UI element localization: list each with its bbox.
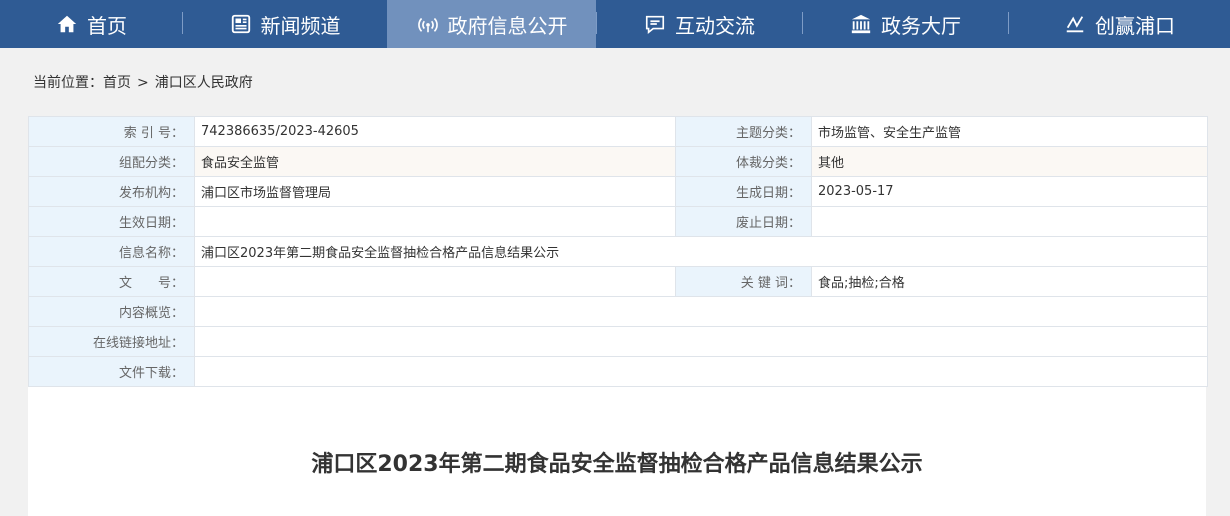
newspaper-icon: [229, 12, 253, 36]
nav-item-gov-info[interactable]: 政府信息公开: [387, 0, 596, 48]
keywords-value: 食品;抽检;合格: [811, 266, 1208, 297]
created-label: 生成日期：: [675, 176, 812, 207]
topic-label: 主题分类：: [675, 116, 812, 147]
breadcrumb-current[interactable]: 浦口区人民政府: [155, 75, 253, 91]
name-value: 浦口区2023年第二期食品安全监督抽检合格产品信息结果公示: [194, 236, 1208, 267]
download-value[interactable]: [194, 356, 1208, 387]
group-label: 组配分类：: [28, 146, 195, 177]
meta-row: 生效日期： 废止日期：: [28, 206, 1208, 237]
meta-row: 在线链接地址：: [28, 326, 1208, 357]
link-label: 在线链接地址：: [28, 326, 195, 357]
nav-item-label: 新闻频道: [260, 13, 341, 38]
genre-label: 体裁分类：: [675, 146, 812, 177]
meta-row: 发布机构： 浦口区市场监督管理局 生成日期： 2023-05-17: [28, 176, 1208, 207]
meta-row: 信息名称： 浦口区2023年第二期食品安全监督抽检合格产品信息结果公示: [28, 236, 1208, 267]
nav-divider: [802, 12, 803, 34]
docno-value: [194, 266, 676, 297]
meta-row: 文 号： 关 键 词： 食品;抽检;合格: [28, 266, 1208, 297]
meta-row: 组配分类： 食品安全监管 体裁分类： 其他: [28, 146, 1208, 177]
nav-divider: [1008, 12, 1009, 34]
docno-label: 文 号：: [28, 266, 195, 297]
nav-item-service-hall[interactable]: 政务大厅: [802, 0, 1008, 48]
org-value: 浦口区市场监督管理局: [194, 176, 676, 207]
nav-item-pukou[interactable]: 创赢浦口: [1008, 0, 1230, 48]
metadata-table: 索 引 号： 742386635/2023-42605 主题分类： 市场监管、安…: [28, 116, 1208, 387]
nav-item-label: 政府信息公开: [447, 13, 568, 38]
meta-row: 内容概览：: [28, 296, 1208, 327]
breadcrumb: 当前位置：首页 > 浦口区人民政府: [33, 72, 253, 92]
home-icon: [55, 12, 79, 36]
article-title: 浦口区2023年第二期食品安全监督抽检合格产品信息结果公示: [311, 452, 923, 477]
index-label: 索 引 号：: [28, 116, 195, 147]
abolished-label: 废止日期：: [675, 206, 812, 237]
nav-item-label: 政务大厅: [881, 13, 961, 38]
nav-item-interaction[interactable]: 互动交流: [596, 0, 802, 48]
meta-row: 文件下载：: [28, 356, 1208, 387]
index-value: 742386635/2023-42605: [194, 116, 676, 147]
government-building-icon: [849, 12, 873, 36]
download-label: 文件下载：: [28, 356, 195, 387]
breadcrumb-separator: >: [137, 75, 149, 91]
broadcast-icon: [416, 12, 440, 36]
link-value[interactable]: [194, 326, 1208, 357]
genre-value: 其他: [811, 146, 1208, 177]
nav-divider: [596, 12, 597, 34]
meta-row: 索 引 号： 742386635/2023-42605 主题分类： 市场监管、安…: [28, 116, 1208, 147]
topic-value: 市场监管、安全生产监管: [811, 116, 1208, 147]
abolished-value: [811, 206, 1208, 237]
org-label: 发布机构：: [28, 176, 195, 207]
nav-item-home[interactable]: 首页: [0, 0, 182, 48]
summary-label: 内容概览：: [28, 296, 195, 327]
chat-icon: [643, 12, 667, 36]
effective-label: 生效日期：: [28, 206, 195, 237]
document-panel: 索 引 号： 742386635/2023-42605 主题分类： 市场监管、安…: [28, 116, 1208, 516]
breadcrumb-home-link[interactable]: 首页: [103, 75, 131, 91]
nav-item-news[interactable]: 新闻频道: [182, 0, 387, 48]
nav-item-label: 首页: [87, 13, 127, 38]
created-value: 2023-05-17: [811, 176, 1208, 207]
summary-value: [194, 296, 1208, 327]
effective-value: [194, 206, 676, 237]
nav-item-label: 创赢浦口: [1095, 13, 1175, 38]
growth-chart-icon: [1063, 12, 1087, 36]
name-label: 信息名称：: [28, 236, 195, 267]
keywords-label: 关 键 词：: [675, 266, 812, 297]
breadcrumb-prefix: 当前位置：: [33, 75, 103, 91]
group-value: 食品安全监管: [194, 146, 676, 177]
top-navigation: 首页 新闻频道 政府信息公开 互动交流 政务大厅 创赢浦口: [0, 0, 1230, 48]
nav-item-label: 互动交流: [675, 13, 755, 38]
nav-divider: [182, 12, 183, 34]
